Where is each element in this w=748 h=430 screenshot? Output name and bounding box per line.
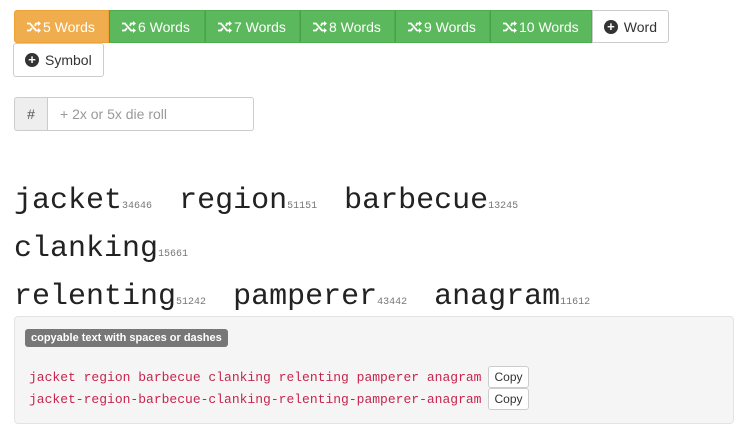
generate-9-words-button[interactable]: 9 Words — [395, 10, 490, 43]
hash-addon: # — [14, 97, 48, 131]
copy-line-spaces: jacket region barbecue clanking relentin… — [29, 366, 529, 388]
copy-panel-label: copyable text with spaces or dashes — [25, 329, 228, 347]
dice-roll-number: 51151 — [287, 201, 318, 212]
plus-circle-icon: + — [604, 19, 618, 34]
passphrase-with-spaces[interactable]: jacket region barbecue clanking relentin… — [29, 370, 481, 385]
dice-roll-input-group: # — [14, 97, 254, 131]
dice-roll-number: 51242 — [176, 297, 207, 308]
copy-line-dashes: jacket-region-barbecue-clanking-relentin… — [29, 388, 529, 410]
passphrase-word: barbecue13245 — [344, 184, 527, 218]
passphrase-word: clanking15661 — [14, 232, 197, 266]
word-text: clanking — [14, 232, 159, 266]
generate-7-words-label: 7 Words — [234, 18, 286, 35]
passphrase-word: jacket34646 — [14, 184, 161, 218]
passphrase-word: anagram11612 — [434, 280, 599, 314]
passphrase-word: pamperer43442 — [233, 280, 416, 314]
generate-8-words-button[interactable]: 8 Words — [300, 10, 395, 43]
shuffle-icon — [122, 20, 136, 33]
generate-5-words-label: 5 Words — [43, 18, 95, 35]
word-count-button-group: 5 Words 6 Words 7 Words 8 Words 9 Words — [14, 10, 669, 43]
dice-roll-input[interactable] — [48, 97, 254, 131]
generate-10-words-label: 10 Words — [519, 18, 579, 35]
shuffle-icon — [218, 20, 232, 33]
passphrase-word: region51151 — [179, 184, 326, 218]
dice-roll-number: 11612 — [560, 297, 591, 308]
word-text: region — [179, 184, 288, 218]
dice-roll-number: 13245 — [488, 201, 519, 212]
shuffle-icon — [27, 20, 41, 33]
word-text: pamperer — [233, 280, 378, 314]
dice-roll-number: 15661 — [158, 249, 189, 260]
add-symbol-label: Symbol — [45, 52, 92, 68]
passphrase-display: jacket34646 region51151 barbecue13245 cl… — [14, 180, 714, 324]
add-word-label: Word — [623, 18, 657, 35]
word-text: jacket — [14, 184, 123, 218]
dice-roll-number: 34646 — [122, 201, 153, 212]
shuffle-icon — [503, 20, 517, 33]
copy-dashes-button[interactable]: Copy — [488, 388, 529, 410]
word-text: relenting — [14, 280, 177, 314]
copy-panel: copyable text with spaces or dashes jack… — [14, 316, 734, 424]
word-text: anagram — [434, 280, 561, 314]
copy-spaces-button[interactable]: Copy — [488, 366, 529, 388]
generate-10-words-button[interactable]: 10 Words — [490, 10, 592, 43]
add-symbol-button[interactable]: + Symbol — [13, 43, 104, 77]
generate-6-words-button[interactable]: 6 Words — [109, 10, 205, 43]
generate-8-words-label: 8 Words — [329, 18, 381, 35]
generate-7-words-button[interactable]: 7 Words — [205, 10, 300, 43]
plus-circle-icon: + — [25, 53, 39, 67]
passphrase-with-dashes[interactable]: jacket-region-barbecue-clanking-relentin… — [29, 392, 481, 407]
passphrase-word: relenting51242 — [14, 280, 215, 314]
shuffle-icon — [313, 20, 327, 33]
generate-6-words-label: 6 Words — [138, 18, 190, 35]
shuffle-icon — [408, 20, 422, 33]
generate-9-words-label: 9 Words — [424, 18, 476, 35]
add-word-button[interactable]: + Word — [592, 10, 669, 43]
word-text: barbecue — [344, 184, 489, 218]
generate-5-words-button[interactable]: 5 Words — [14, 10, 109, 43]
dice-roll-number: 43442 — [377, 297, 408, 308]
